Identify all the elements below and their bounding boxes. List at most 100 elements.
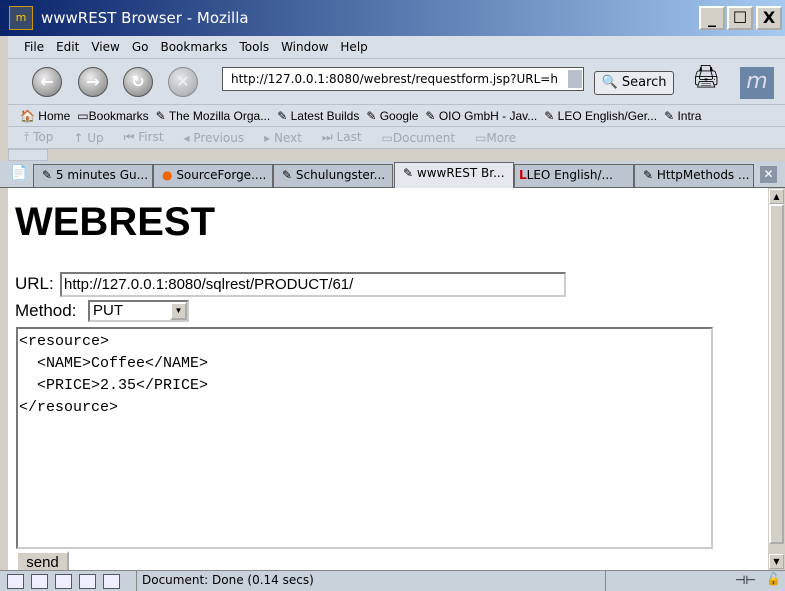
tab-bar: 📄 ✎ 5 minutes Gu... ● SourceForge.... ✎ … [0,161,785,188]
menu-view[interactable]: View [91,40,119,54]
vertical-scrollbar[interactable]: ▲ ▼ [768,188,785,570]
page-content: WEBREST URL: http://127.0.0.1:8080/sqlre… [8,188,768,570]
address-dropdown-icon[interactable] [568,70,582,88]
address-bar[interactable]: http://127.0.0.1:8080/webrest/requestfor… [222,67,584,91]
tab-label: LEO English/... [526,168,613,182]
tab-schulungster[interactable]: ✎ Schulungster... [273,164,393,187]
new-tab-icon[interactable]: 📄 [10,165,27,181]
bookmarks-toolbar: 🏠 Home ▭Bookmarks ✎ The Mozilla Orga... … [8,105,785,127]
bookmark-mozilla[interactable]: ✎ The Mozilla Orga... [156,109,271,123]
method-label: Method: [15,301,77,320]
site-nav-top[interactable]: ⤒ Top [24,130,63,145]
site-nav-first[interactable]: ⏮ First [124,130,174,145]
status-text: Document: Done (0.14 secs) [136,571,606,591]
tab-httpmethods[interactable]: ✎ HttpMethods ... [634,164,754,187]
bookmark-home[interactable]: 🏠 Home [20,109,70,123]
mozilla-m-icon: m [740,67,774,99]
site-nav-next[interactable]: ▸ Next [264,131,312,145]
scroll-up-icon[interactable]: ▲ [769,189,784,204]
bookmark-label: LEO English/Ger... [557,108,658,123]
menu-help[interactable]: Help [340,40,367,54]
bookmark-label: Latest Builds [290,108,360,123]
bookmark-google[interactable]: ✎ Google [366,109,418,123]
bookmark-latest-builds[interactable]: ✎ Latest Builds [277,109,359,123]
chatzilla-icon[interactable] [103,573,120,589]
tab-wwwrest[interactable]: ✎ wwwREST Br... [394,162,514,188]
site-nav-label: Next [273,130,302,145]
tab-label: HttpMethods ... [656,168,750,182]
menu-tools[interactable]: Tools [240,40,270,54]
bookmark-label: Intra [677,108,702,123]
bookmark-bookmarks[interactable]: ▭Bookmarks [77,109,148,123]
site-nav-last[interactable]: ⏭ Last [322,130,372,145]
maximize-button[interactable]: ☐ [727,6,753,30]
address-book-icon[interactable] [79,573,96,589]
url-label: URL: [15,274,54,293]
navigation-toolbar: ← → ↻ ✕ http://127.0.0.1:8080/webrest/re… [8,59,785,105]
bookmark-label: The Mozilla Orga... [168,108,271,123]
site-nav-label: Document [392,130,456,145]
url-input[interactable]: http://127.0.0.1:8080/sqlrest/PRODUCT/61… [60,272,566,297]
mail-icon[interactable] [31,573,48,589]
bookmark-leo[interactable]: ✎ LEO English/Ger... [544,109,657,123]
title-bar: m wwwREST Browser - Mozilla _ ☐ X [0,0,785,36]
bookmark-label: Google [379,108,419,123]
menu-window[interactable]: Window [281,40,328,54]
tab-label: SourceForge.... [176,168,267,182]
menu-go[interactable]: Go [132,40,149,54]
bookmark-label: Home [38,108,71,123]
menu-bar: File Edit View Go Bookmarks Tools Window… [8,36,785,59]
print-icon[interactable]: 🖨 [692,65,720,90]
tab-5-minutes[interactable]: ✎ 5 minutes Gu... [33,164,153,187]
site-navigation-bar: ⤒ Top ↑ Up ⏮ First ◂ Previous ▸ Next ⏭ L… [8,127,785,149]
bookmark-label: OIO GmbH - Jav... [438,108,538,123]
tab-label: 5 minutes Gu... [55,168,149,182]
site-nav-up[interactable]: ↑ Up [73,131,113,145]
back-icon[interactable]: ← [32,67,62,97]
menu-edit[interactable]: Edit [56,40,79,54]
sourceforge-icon: ● [162,168,173,182]
menu-bookmarks[interactable]: Bookmarks [160,40,227,54]
tab-sourceforge[interactable]: ● SourceForge.... [153,164,273,187]
stop-icon[interactable]: ✕ [168,67,198,97]
tab-leo[interactable]: LLEO English/... [514,164,634,187]
site-nav-document[interactable]: ▭Document [382,131,466,145]
search-label: Search [621,75,667,90]
close-tab-icon[interactable]: ✕ [760,166,777,183]
site-nav-label: Previous [193,130,245,145]
status-bar: Document: Done (0.14 secs) ⊣⊢ 🔓 [0,570,785,591]
bookmark-intra[interactable]: ✎ Intra [664,109,701,123]
scroll-down-icon[interactable]: ▼ [769,554,784,569]
menu-file[interactable]: File [24,40,44,54]
bookmark-label: Bookmarks [88,108,149,123]
request-body-textarea[interactable]: <resource> <NAME>Coffee</NAME> <PRICE>2.… [16,327,713,549]
method-select[interactable]: PUT ▼ [88,300,189,322]
bookmark-oio[interactable]: ✎ OIO GmbH - Jav... [425,109,537,123]
tab-label: wwwREST Br... [416,166,505,180]
online-icon[interactable]: ⊣⊢ [735,573,756,587]
minimize-button[interactable]: _ [699,6,725,30]
scroll-thumb[interactable] [769,204,784,544]
site-nav-more[interactable]: ▭More [475,131,526,145]
site-nav-previous[interactable]: ◂ Previous [184,131,255,145]
navigator-icon[interactable] [7,573,24,589]
send-button[interactable]: send [16,551,69,570]
site-nav-label: Last [336,130,362,144]
security-lock-icon: 🔓 [766,572,781,586]
close-button[interactable]: X [756,6,782,30]
tab-label: Schulungster... [295,168,386,182]
chevron-down-icon[interactable]: ▼ [170,302,187,320]
page-heading: WEBREST [15,200,215,244]
address-value: http://127.0.0.1:8080/webrest/requestfor… [231,72,558,86]
site-nav-label: Up [87,130,104,145]
site-nav-label: First [138,130,164,144]
collapsed-toolbar-handle[interactable] [8,149,48,161]
site-nav-label: Top [33,130,54,144]
leo-icon: L [519,168,527,182]
composer-icon[interactable] [55,573,72,589]
reload-icon[interactable]: ↻ [123,67,153,97]
forward-icon[interactable]: → [78,67,108,97]
site-nav-label: More [486,130,517,145]
search-button[interactable]: 🔍 Search [594,71,674,95]
mozilla-logo-icon: m [9,6,33,30]
